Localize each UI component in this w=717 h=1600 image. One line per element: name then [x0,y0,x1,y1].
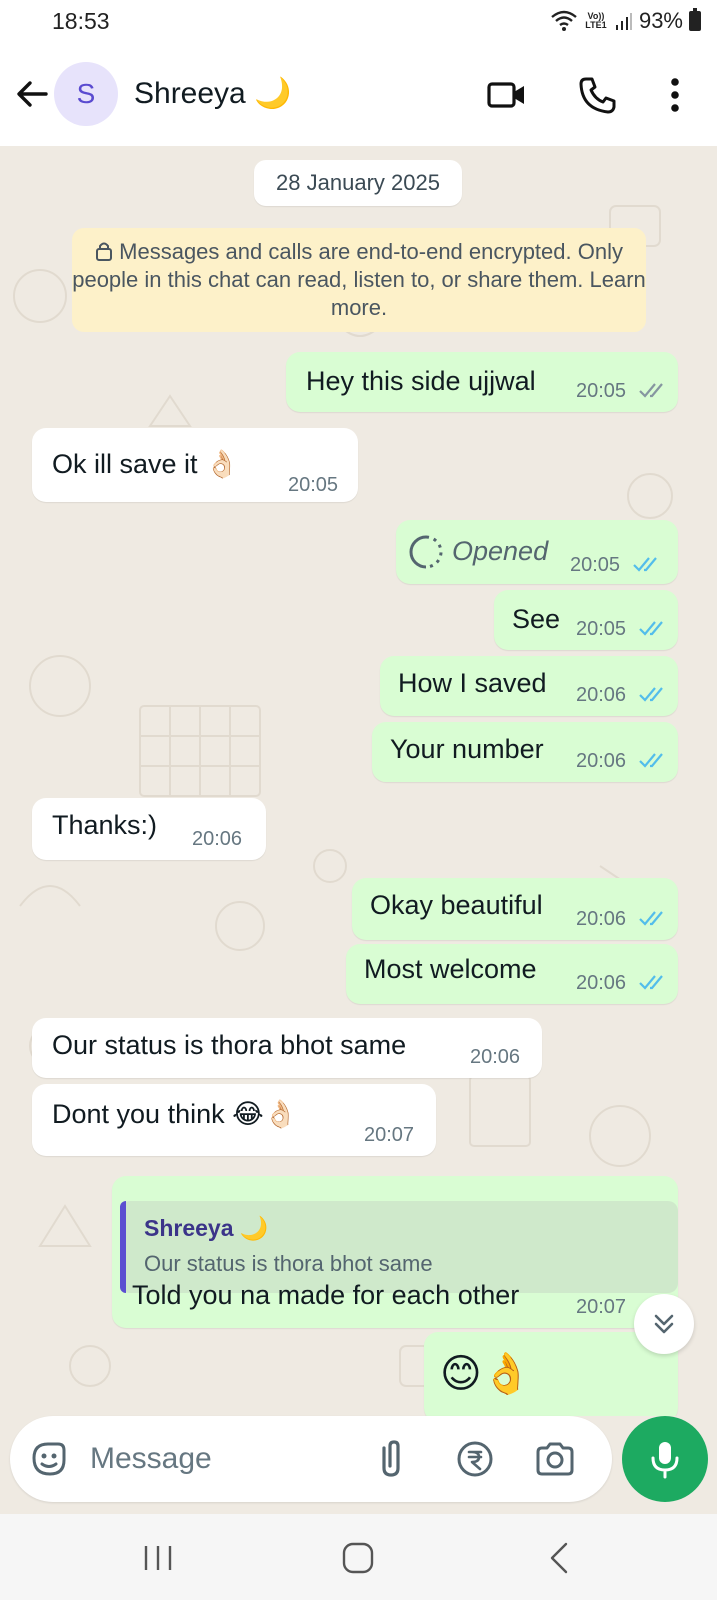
back-nav-icon[interactable] [540,1538,580,1578]
message-bubble-outgoing[interactable]: See 20:05 [494,590,678,650]
moon-emoji: 🌙 [254,77,292,110]
battery-percent: 93% [638,8,683,33]
date-chip: 28 January 2025 [254,160,462,206]
battery-icon [689,8,701,31]
double-tick-icon [639,911,663,926]
message-text: Your number [390,734,544,764]
message-time: 20:05 [576,380,627,402]
message-bubble-outgoing[interactable]: How I saved 20:06 [380,656,678,716]
double-tick-icon [639,687,663,702]
system-navigation-bar [0,1514,717,1600]
double-tick-icon [639,753,663,768]
voice-message-button[interactable] [622,1416,708,1502]
chat-header: S Shreeya 🌙 [0,44,717,146]
recent-apps-icon[interactable] [138,1538,178,1578]
signal-icon [615,13,632,30]
message-bubble-outgoing[interactable]: Your number 20:06 [372,722,678,782]
encryption-text: Messages and calls are end-to-end encryp… [72,239,646,320]
reply-text: Our status is thora bhot same [144,1251,433,1276]
view-once-icon [409,535,443,569]
message-text: Most welcome [364,954,537,984]
status-time: 18:53 [52,8,110,34]
avatar-letter: S [76,78,96,109]
chat-area[interactable]: 28 January 2025 Messages and calls are e… [0,146,717,1416]
double-tick-icon [639,383,663,398]
message-text: See [512,604,561,634]
reply-author: Shreeya 🌙 [144,1215,269,1241]
video-call-icon[interactable] [486,74,528,116]
message-time: 20:05 [576,618,627,640]
message-bubble-incoming[interactable]: Our status is thora bhot same 20:06 [32,1018,542,1078]
home-icon[interactable] [338,1538,378,1578]
message-text: Opened [452,536,549,566]
message-time: 20:06 [576,750,627,772]
more-options-icon[interactable] [654,74,696,116]
message-text: Hey this side ujjwal [306,366,536,396]
message-bubble-outgoing[interactable]: Okay beautiful 20:06 [352,878,678,940]
contact-name[interactable]: Shreeya 🌙 [134,76,291,111]
message-text: Thanks:) [52,810,158,840]
message-time: 20:06 [576,972,627,994]
message-text: How I saved [398,668,547,698]
message-bubble-outgoing[interactable]: Hey this side ujjwal 20:05 [286,352,678,412]
double-chevron-down-icon [654,1314,674,1334]
message-text: 😊👌 [440,1352,532,1396]
message-text: Told you na made for each other [132,1280,520,1310]
wifi-icon [551,10,577,31]
message-time: 20:05 [570,554,621,576]
message-text: Our status is thora bhot same [52,1030,407,1060]
scroll-to-bottom-button[interactable] [634,1294,694,1354]
composer: Message [0,1416,717,1514]
message-text: Ok ill save it 👌🏻 [52,449,239,479]
payment-icon[interactable] [454,1438,496,1480]
message-bubble-outgoing[interactable]: Opened 20:05 [396,520,678,584]
message-time: 20:06 [470,1046,521,1068]
message-bubble-incoming[interactable]: Dont you think 😂👌🏻 20:07 [32,1084,436,1156]
message-bubble-incoming[interactable]: Thanks:) 20:06 [32,798,266,860]
message-input[interactable]: Message [90,1442,212,1476]
message-time: 20:07 [364,1124,415,1146]
message-bubble-outgoing[interactable]: Most welcome 20:06 [346,944,678,1004]
voice-call-icon[interactable] [576,74,618,116]
double-tick-icon [639,975,663,990]
message-time: 20:06 [576,908,627,930]
message-time: 20:06 [576,684,627,706]
double-tick-icon [639,621,663,636]
message-bubble-outgoing[interactable]: 😊👌 [424,1332,678,1416]
message-time: 20:05 [288,474,339,496]
avatar[interactable]: S [54,62,118,126]
camera-icon[interactable] [534,1438,576,1480]
message-bubble-incoming[interactable]: Ok ill save it 👌🏻 20:05 [32,428,358,502]
network-label: Vo)) LTE1 [585,11,607,30]
microphone-icon [651,1442,679,1479]
lock-icon [96,242,113,261]
message-time: 20:07 [576,1296,627,1318]
message-input-container[interactable]: Message [10,1416,612,1502]
message-text: Dont you think 😂👌🏻 [52,1099,298,1129]
attach-icon[interactable] [370,1438,412,1480]
back-arrow-icon[interactable] [12,74,52,114]
double-tick-icon [633,557,657,572]
message-text: Okay beautiful [370,890,543,920]
encryption-notice[interactable]: Messages and calls are end-to-end encryp… [72,228,646,332]
message-time: 20:06 [192,828,243,850]
sticker-icon[interactable] [28,1438,70,1480]
status-bar: 18:53 Vo)) LTE1 93% [0,0,717,44]
